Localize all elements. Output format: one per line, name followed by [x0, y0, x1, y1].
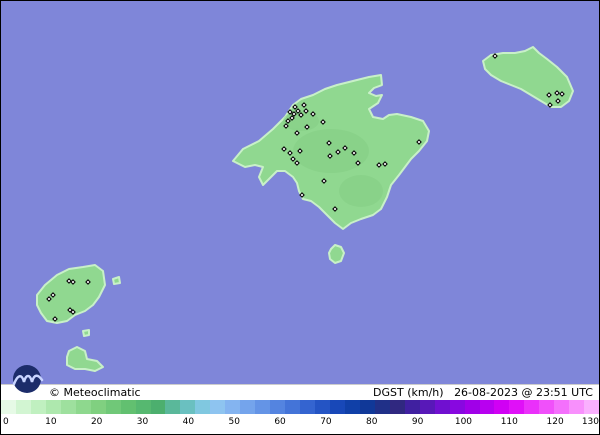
scale-swatch [30, 400, 46, 414]
scale-swatch [120, 400, 136, 414]
info-bar: © Meteoclimatic DGST (km/h) 26-08-2023 @… [1, 365, 599, 400]
scale-swatch [135, 400, 151, 414]
scale-swatch [105, 400, 121, 414]
scale-swatch [90, 400, 106, 414]
map-canvas [1, 1, 599, 384]
scale-swatch [494, 400, 510, 414]
scale-swatch [509, 400, 525, 414]
scale-tick-label: 20 [90, 417, 103, 427]
scale-swatch [195, 400, 211, 414]
scale-swatch [1, 400, 16, 414]
island-cabrera [328, 244, 345, 264]
scale-swatch [539, 400, 555, 414]
scale-swatch [285, 400, 301, 414]
scale-swatch [449, 400, 465, 414]
color-scale-bar [1, 400, 599, 414]
scale-swatch [434, 400, 450, 414]
scale-swatch [584, 400, 599, 414]
islet [112, 276, 121, 285]
scale-swatch [404, 400, 420, 414]
scale-swatch [359, 400, 375, 414]
scale-swatch [389, 400, 405, 414]
scale-swatch [554, 400, 570, 414]
scale-swatch [60, 400, 76, 414]
scale-swatch [210, 400, 226, 414]
scale-tick-label: 60 [274, 417, 286, 427]
scale-tick-label: 40 [182, 417, 195, 427]
scale-swatch [180, 400, 196, 414]
islet [82, 329, 90, 337]
scale-swatch [270, 400, 286, 414]
scale-swatch [479, 400, 495, 414]
scale-swatch [374, 400, 390, 414]
variable-label: DGST (km/h) [373, 386, 444, 399]
scale-swatch [255, 400, 271, 414]
scale-tick-label: 130 [581, 417, 599, 427]
scale-tick-label: 80 [366, 417, 378, 427]
scale-tick-label: 50 [228, 417, 240, 427]
legend-title: DGST (km/h) 26-08-2023 @ 23:51 UTC [373, 385, 593, 400]
scale-tick-label: 100 [454, 417, 473, 427]
meteoclimatic-logo-icon [12, 365, 44, 393]
scale-swatch [75, 400, 91, 414]
scale-swatch [45, 400, 61, 414]
scale-tick-label: 30 [136, 417, 149, 427]
terrain-shade [293, 129, 369, 173]
scale-tick-label: 0 [3, 417, 9, 427]
credit-text: © Meteoclimatic [49, 386, 141, 399]
map-frame: © Meteoclimatic DGST (km/h) 26-08-2023 @… [0, 0, 600, 435]
scale-tick-label: 10 [45, 417, 57, 427]
scale-swatch [15, 400, 31, 414]
scale-swatch [569, 400, 585, 414]
scale-swatch [150, 400, 166, 414]
scale-swatch [165, 400, 181, 414]
scale-tick-label: 70 [320, 417, 332, 427]
scale-swatch [240, 400, 256, 414]
timestamp-label: 26-08-2023 @ 23:51 UTC [454, 386, 593, 399]
terrain-shade [339, 175, 383, 207]
scale-swatch [315, 400, 330, 414]
scale-tick-label: 120 [546, 417, 564, 427]
scale-tick-label: 90 [411, 417, 424, 427]
scale-swatch [225, 400, 241, 414]
scale-swatch [300, 400, 316, 414]
scale-swatch [344, 400, 360, 414]
scale-tick-label: 110 [500, 417, 518, 427]
color-scale-labels: 0 10 20 30 40 50 60 70 80 90 100 110 120 130 [1, 414, 599, 434]
scale-swatch [524, 400, 540, 414]
scale-swatch [419, 400, 435, 414]
scale-swatch [464, 400, 480, 414]
scale-swatch [329, 400, 345, 414]
